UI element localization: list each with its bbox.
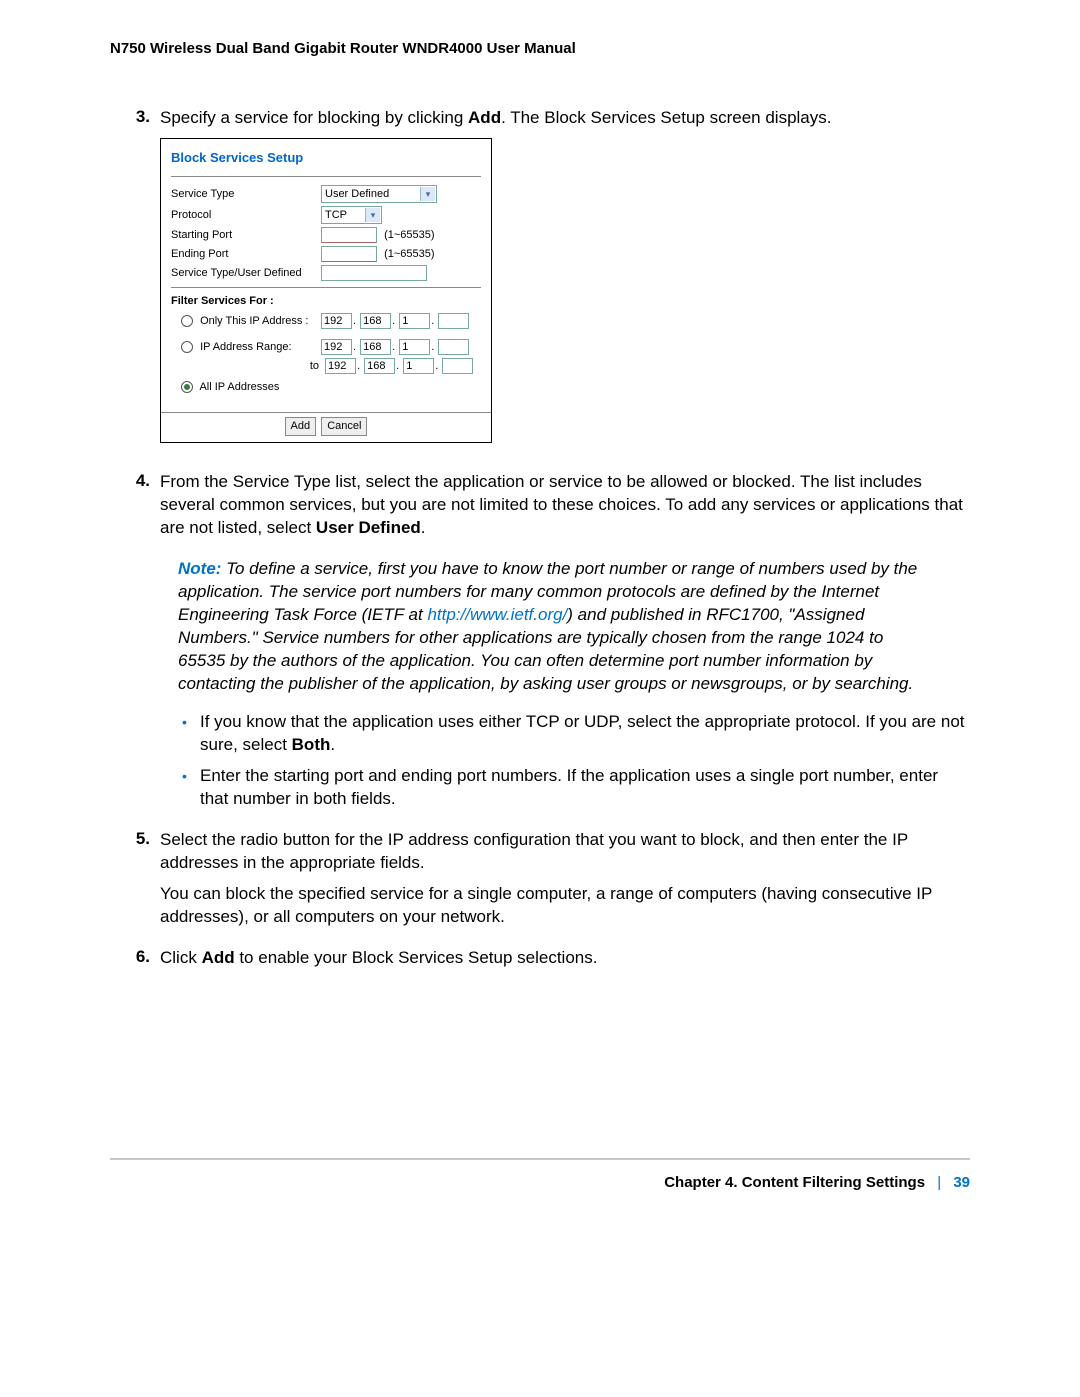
page-footer: Chapter 4. Content Filtering Settings | …	[110, 1158, 970, 1191]
range-from-3[interactable]: 1	[399, 339, 430, 355]
page-header-title: N750 Wireless Dual Band Gigabit Router W…	[110, 40, 970, 57]
step-3-number: 3.	[110, 107, 160, 461]
protocol-value: TCP	[325, 208, 347, 223]
service-type-select[interactable]: User Defined ▾	[321, 185, 437, 203]
note-ietf-pre: (IETF at	[362, 605, 428, 624]
screenshot-title: Block Services Setup	[171, 149, 481, 178]
chevron-down-icon: ▾	[420, 187, 435, 201]
ip-range-to-label: to	[310, 360, 319, 372]
block-services-setup-screenshot: Block Services Setup Service Type User D…	[160, 138, 970, 443]
step-4: 4. From the Service Type list, select th…	[110, 471, 970, 819]
step-3-bold: Add	[468, 108, 501, 127]
step-4-pre: From the Service Type list, select the a…	[160, 472, 963, 537]
footer-chapter: Chapter 4. Content Filtering Settings	[664, 1174, 925, 1191]
step-6-bold: Add	[202, 948, 235, 967]
only-ip-4[interactable]	[438, 313, 469, 329]
starting-port-hint: (1~65535)	[384, 229, 434, 241]
step-5: 5. Select the radio button for the IP ad…	[110, 829, 970, 937]
user-defined-input[interactable]	[321, 265, 427, 281]
step-6-pre: Click	[160, 948, 202, 967]
step-3-text: Specify a service for blocking by clicki…	[160, 107, 970, 130]
range-to-4[interactable]	[442, 358, 473, 374]
starting-port-label: Starting Port	[171, 228, 321, 243]
step-5-p1: Select the radio button for the IP addre…	[160, 829, 970, 875]
service-type-value: User Defined	[325, 187, 389, 202]
step-4-post: .	[421, 518, 426, 537]
step-6-text: Click Add to enable your Block Services …	[160, 947, 970, 970]
filter-services-title: Filter Services For :	[171, 294, 481, 309]
step-4-bullets: • If you know that the application uses …	[160, 711, 970, 811]
ending-port-hint: (1~65535)	[384, 248, 434, 260]
range-to-2[interactable]: 168	[364, 358, 395, 374]
only-ip-3[interactable]: 1	[399, 313, 430, 329]
range-from-2[interactable]: 168	[360, 339, 391, 355]
all-ip-label: All IP Addresses	[199, 381, 279, 393]
step-3-pre: Specify a service for blocking by clicki…	[160, 108, 468, 127]
step-6-post: to enable your Block Services Setup sele…	[235, 948, 598, 967]
service-type-label: Service Type	[171, 187, 321, 202]
note-paragraph: Note: To define a service, first you hav…	[160, 558, 970, 696]
step-4-number: 4.	[110, 471, 160, 819]
bullet-icon: •	[182, 765, 200, 811]
protocol-select[interactable]: TCP ▾	[321, 206, 382, 224]
footer-page-number: 39	[953, 1174, 970, 1191]
step-3: 3. Specify a service for blocking by cli…	[110, 107, 970, 461]
step-6-number: 6.	[110, 947, 160, 978]
note-label: Note:	[178, 559, 221, 578]
ending-port-label: Ending Port	[171, 247, 321, 262]
step-3-post: . The Block Services Setup screen displa…	[501, 108, 831, 127]
only-ip-1[interactable]: 192	[321, 313, 352, 329]
only-this-ip-label: Only This IP Address :	[200, 315, 308, 327]
starting-port-input[interactable]	[321, 227, 377, 243]
bullet-item: • Enter the starting port and ending por…	[182, 765, 970, 811]
ip-range-label: IP Address Range:	[200, 341, 292, 353]
all-ip-radio[interactable]	[181, 381, 193, 393]
user-defined-label: Service Type/User Defined	[171, 266, 321, 281]
ending-port-input[interactable]	[321, 246, 377, 262]
bullet-icon: •	[182, 711, 200, 757]
bullet-2-text: Enter the starting port and ending port …	[200, 766, 938, 808]
step-4-text: From the Service Type list, select the a…	[160, 471, 970, 540]
step-5-number: 5.	[110, 829, 160, 937]
bullet-1-bold: Both	[292, 735, 331, 754]
range-from-4[interactable]	[438, 339, 469, 355]
footer-separator: |	[937, 1174, 941, 1191]
range-to-1[interactable]: 192	[325, 358, 356, 374]
bullet-1-post: .	[330, 735, 335, 754]
range-to-3[interactable]: 1	[403, 358, 434, 374]
chevron-down-icon: ▾	[365, 208, 380, 222]
ip-range-radio[interactable]	[181, 341, 193, 353]
bullet-item: • If you know that the application uses …	[182, 711, 970, 757]
only-this-ip-radio[interactable]	[181, 315, 193, 327]
step-6: 6. Click Add to enable your Block Servic…	[110, 947, 970, 978]
cancel-button[interactable]: Cancel	[321, 417, 367, 436]
ietf-link[interactable]: http://www.ietf.org/	[427, 605, 567, 624]
add-button[interactable]: Add	[285, 417, 317, 436]
only-ip-2[interactable]: 168	[360, 313, 391, 329]
step-4-bold: User Defined	[316, 518, 421, 537]
step-5-p2: You can block the specified service for …	[160, 883, 970, 929]
range-from-1[interactable]: 192	[321, 339, 352, 355]
protocol-label: Protocol	[171, 208, 321, 223]
